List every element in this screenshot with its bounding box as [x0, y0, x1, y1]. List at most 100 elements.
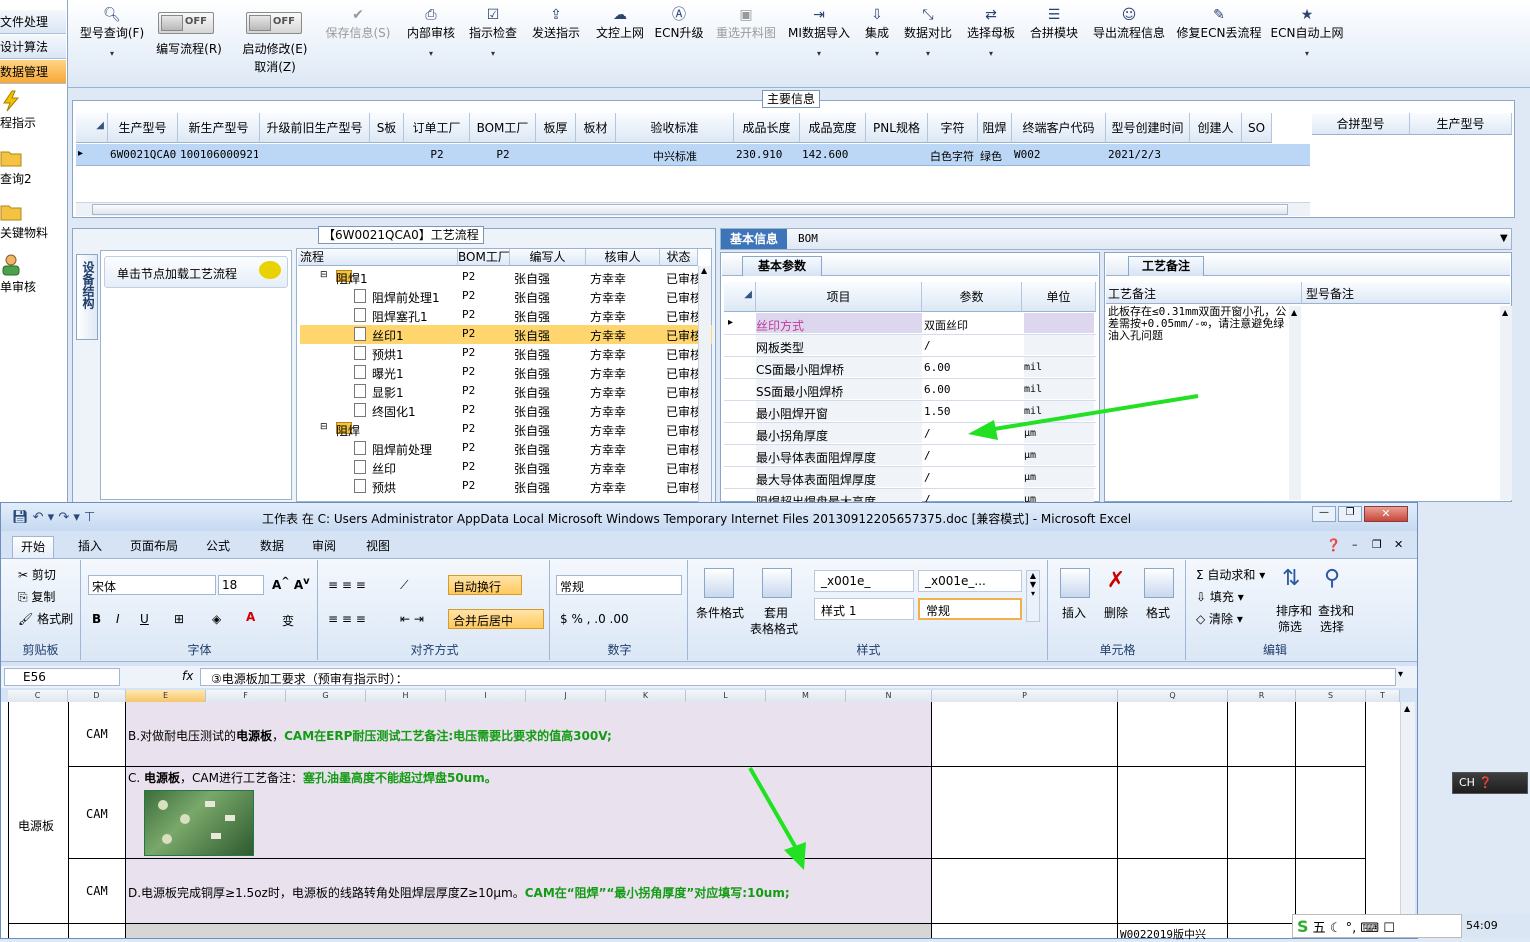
- param-row[interactable]: ▸ 丝印方式 双面丝印: [724, 313, 1096, 335]
- start-modify-toggle[interactable]: OFF: [246, 12, 302, 34]
- underline-button[interactable]: U: [140, 612, 149, 626]
- device-structure-tab[interactable]: 设备结构: [76, 254, 98, 340]
- process-header[interactable]: 状态: [660, 249, 698, 266]
- requirement-text[interactable]: C. 电源板，CAM进行工艺备注：塞孔油墨高度不能超过焊盘50um。: [128, 769, 497, 786]
- ribbon-minimize[interactable]: –: [1352, 538, 1358, 551]
- main-info-header[interactable]: 成品宽度: [800, 113, 866, 143]
- main-info-cell[interactable]: P2: [406, 148, 468, 161]
- process-header[interactable]: 核审人: [586, 249, 660, 266]
- copy-button[interactable]: ⎘ 复制: [18, 588, 55, 605]
- bold-button[interactable]: B: [92, 612, 101, 626]
- collapse-icon[interactable]: ⊟: [320, 270, 328, 280]
- autosum-button[interactable]: Σ 自动求和 ▾: [1196, 566, 1265, 583]
- main-info-cell[interactable]: 142.600: [802, 148, 864, 161]
- instruction-check-button[interactable]: ☑ 指示检查 ▾: [466, 6, 520, 58]
- process-header[interactable]: 编写人: [510, 249, 586, 266]
- param-row[interactable]: 网板类型 /: [724, 335, 1096, 357]
- expand-formula-icon[interactable]: ▾: [1398, 669, 1403, 680]
- data-compare-button[interactable]: ⤡ 数据对比 ▾: [900, 6, 956, 58]
- column-header[interactable]: I: [446, 690, 526, 702]
- column-header[interactable]: L: [686, 690, 766, 702]
- column-header[interactable]: G: [286, 690, 366, 702]
- chevron-down-icon[interactable]: ▼: [1500, 233, 1508, 244]
- main-info-cell[interactable]: 6W0021QCA0: [110, 148, 176, 161]
- cam-cell[interactable]: CAM: [86, 807, 108, 821]
- italic-button[interactable]: I: [116, 612, 120, 626]
- main-info-header[interactable]: 终端客户代码: [1012, 113, 1106, 143]
- number-format-select[interactable]: 常规: [556, 575, 682, 595]
- param-row[interactable]: 最大导体表面阻焊厚度 / μm: [724, 467, 1096, 489]
- collapse-icon[interactable]: ⊟: [320, 422, 328, 432]
- process-row[interactable]: 阻焊前处理 P2 张自强 方幸幸 已审核: [300, 439, 712, 458]
- restore-button[interactable]: ❐: [1338, 506, 1362, 522]
- repair-ecn-button[interactable]: ✎ 修复ECN丢流程: [1176, 6, 1262, 41]
- main-info-cell[interactable]: 230.910: [736, 148, 798, 161]
- main-info-header[interactable]: 板厚: [536, 113, 576, 143]
- ribbon-tab[interactable]: 数据: [252, 536, 292, 558]
- remarks-scrollbar[interactable]: ▲: [1289, 306, 1301, 500]
- ribbon-tab[interactable]: 页面布局: [122, 536, 186, 558]
- main-info-cell[interactable]: 白色字符: [930, 148, 976, 164]
- column-header[interactable]: Q: [1118, 690, 1228, 702]
- conditional-format-button[interactable]: 条件格式: [696, 604, 744, 621]
- format-button[interactable]: 格式: [1146, 604, 1170, 621]
- ecn-auto-online-button[interactable]: ★ ECN自动上网 ▾: [1270, 6, 1344, 58]
- column-header[interactable]: K: [606, 690, 686, 702]
- formula-input[interactable]: ③电源板加工要求（预审有指示时）：: [200, 668, 1396, 686]
- find-select-button[interactable]: 查找和: [1318, 602, 1354, 619]
- main-info-cell[interactable]: 10010600092128: [180, 148, 258, 161]
- main-info-header[interactable]: S板: [370, 113, 404, 143]
- function-icon[interactable]: fx: [182, 669, 193, 683]
- left-nav-instructions[interactable]: 程指示: [0, 90, 66, 131]
- name-box[interactable]: E56: [4, 668, 120, 686]
- indent-button[interactable]: ⇤ ⇥: [400, 612, 424, 626]
- main-info-header[interactable]: 板材: [576, 113, 616, 143]
- ime-bar[interactable]: CH ❓: [1452, 772, 1528, 794]
- left-menu-design[interactable]: 设计算法: [0, 35, 66, 59]
- main-info-header[interactable]: PNL规格: [866, 113, 928, 143]
- cam-cell[interactable]: CAM: [86, 884, 108, 898]
- main-info-header[interactable]: BOM工厂: [470, 113, 536, 143]
- ribbon-tab[interactable]: 插入: [70, 536, 110, 558]
- border-button[interactable]: ⊞: [174, 612, 184, 626]
- format-painter-button[interactable]: 🖌︎ 格式刷: [18, 610, 73, 627]
- phonetic-button[interactable]: 变: [282, 612, 294, 629]
- clear-button[interactable]: ◇ 清除 ▾: [1196, 610, 1243, 627]
- font-size-select[interactable]: 18: [218, 575, 264, 595]
- mi-import-button[interactable]: ⇥ MI数据导入 ▾: [786, 6, 852, 58]
- main-info-header[interactable]: 订单工厂: [404, 113, 470, 143]
- ribbon-close[interactable]: ✕: [1394, 538, 1403, 551]
- ribbon-tab[interactable]: 开始: [12, 536, 55, 558]
- reselect-cut-image-button[interactable]: ▣ 重选开料图: [712, 6, 780, 41]
- cancel-label[interactable]: 取消(Z): [236, 58, 314, 75]
- top-align-button[interactable]: ≡ ≡ ≡: [328, 578, 366, 592]
- sort-filter-button[interactable]: 排序和: [1276, 602, 1312, 619]
- column-header[interactable]: N: [846, 690, 932, 702]
- export-process-button[interactable]: ☺ 导出流程信息: [1090, 6, 1168, 41]
- ime-toolbar[interactable]: S 五 ☾ °, ⌨ ☐: [1292, 914, 1462, 938]
- horizontal-scrollbar[interactable]: [76, 202, 1310, 216]
- merge-center-button[interactable]: 合并后居中: [448, 609, 544, 629]
- column-header[interactable]: H: [366, 690, 446, 702]
- main-info-header[interactable]: 阻焊: [978, 113, 1012, 143]
- main-info-header[interactable]: 创建人: [1190, 113, 1242, 143]
- tab-basic-params[interactable]: 基本参数: [742, 256, 822, 276]
- left-nav-audit[interactable]: 单审核: [0, 254, 66, 295]
- left-nav-key-material[interactable]: 关键物料: [0, 200, 66, 241]
- insert-button[interactable]: 插入: [1062, 604, 1086, 621]
- accounting-button[interactable]: $ % , .0 .00: [560, 612, 629, 626]
- font-color-button[interactable]: A: [246, 610, 255, 624]
- main-info-header[interactable]: SO: [1242, 113, 1272, 143]
- main-info-header[interactable]: 成品长度: [734, 113, 800, 143]
- main-info-header[interactable]: 生产型号: [108, 113, 178, 143]
- left-align-button[interactable]: ≡ ≡ ≡: [328, 612, 366, 626]
- tab-bom[interactable]: BOM: [798, 232, 818, 245]
- main-info-cell[interactable]: P2: [472, 148, 534, 161]
- process-row[interactable]: 终固化1 P2 张自强 方幸幸 已审核: [300, 401, 712, 420]
- style-cell-normal[interactable]: 常规: [918, 598, 1022, 620]
- column-header[interactable]: E: [126, 690, 206, 702]
- save-info-button[interactable]: ✔ 保存信息(S): [322, 6, 394, 41]
- orientation-button[interactable]: ⟋: [400, 578, 408, 593]
- param-row[interactable]: 最小导体表面阻焊厚度 / μm: [724, 445, 1096, 467]
- grow-font-button[interactable]: A^ Av: [272, 576, 310, 592]
